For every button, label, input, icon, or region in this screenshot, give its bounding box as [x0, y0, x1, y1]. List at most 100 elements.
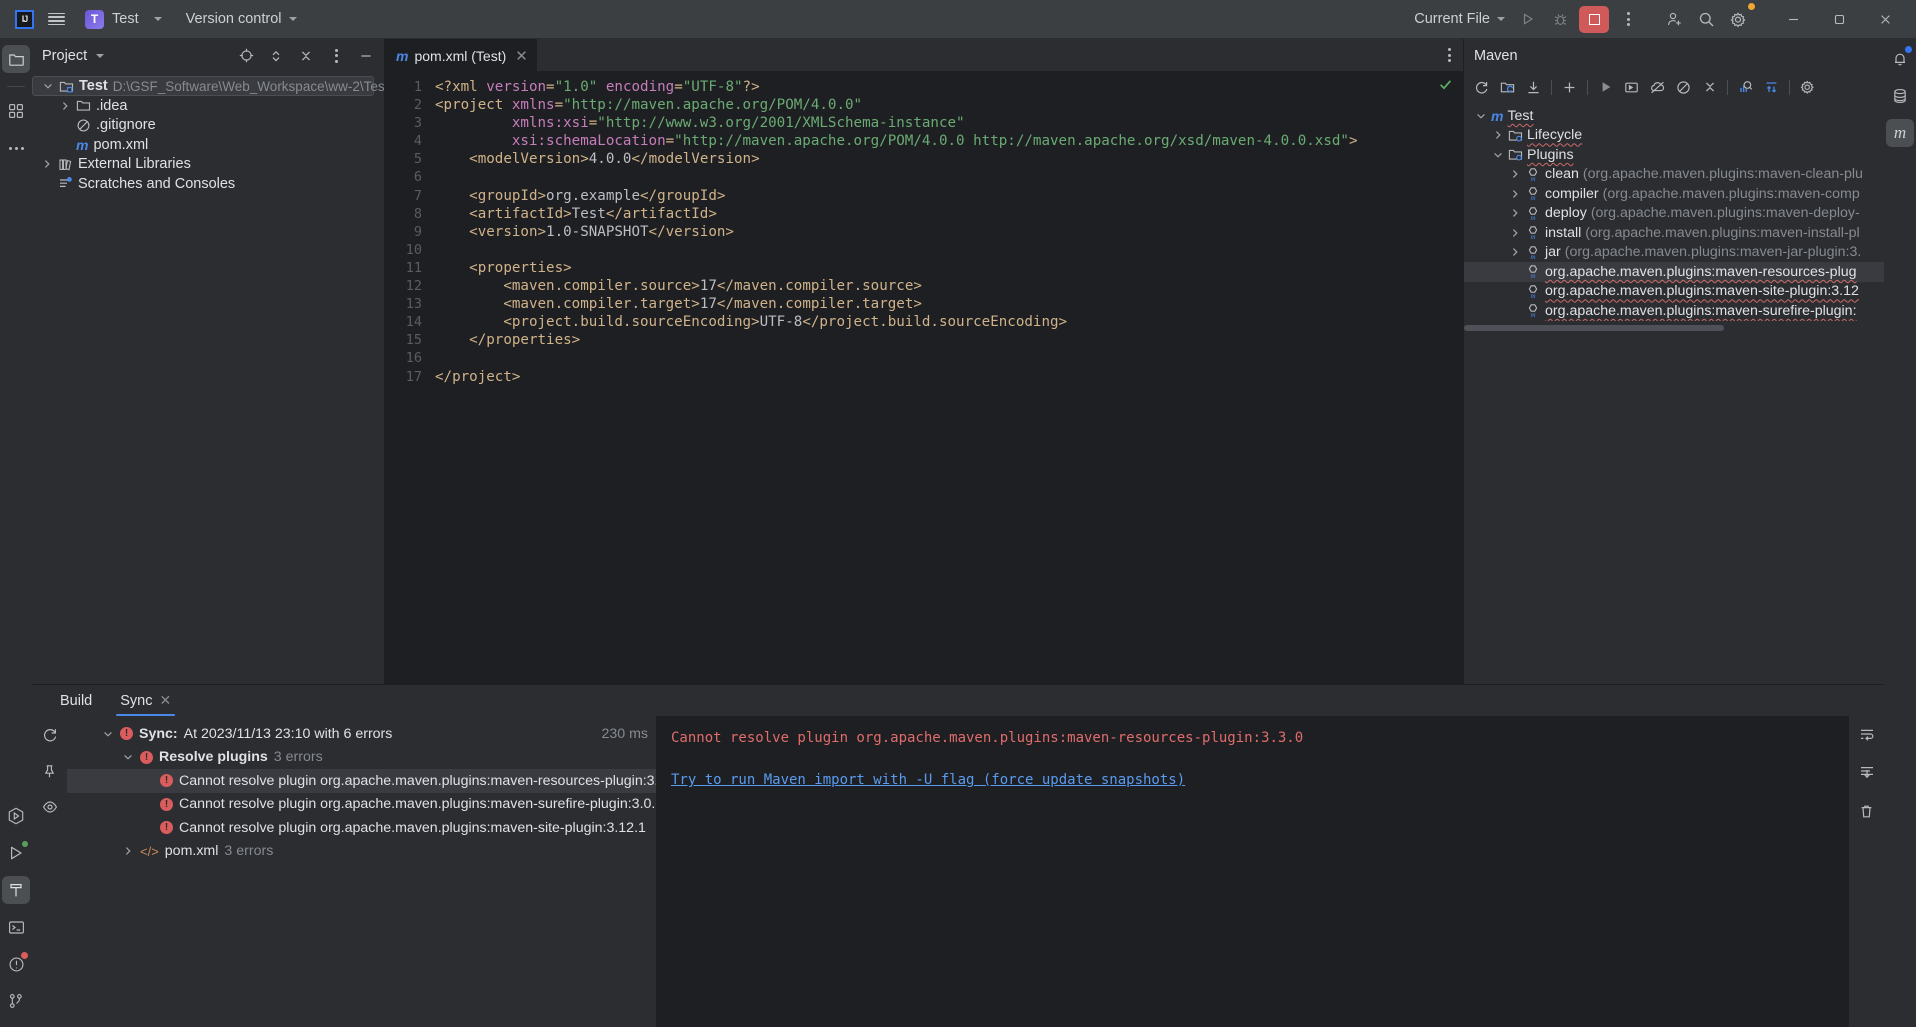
code-line[interactable]: </project> [431, 368, 1463, 386]
maven-tree-item-install[interactable]: m install (org.apache.maven.plugins:maven-… [1464, 223, 1884, 243]
project-tree-item--idea[interactable]: .idea [32, 96, 384, 116]
scroll-to-end-icon[interactable] [1855, 762, 1879, 784]
stop-button[interactable] [1579, 5, 1609, 33]
problems-tool-icon[interactable] [2, 950, 30, 978]
close-icon[interactable]: ✕ [160, 692, 172, 709]
code-line[interactable]: <modelVersion>4.0.0</modelVersion> [431, 150, 1463, 168]
download-sources-icon[interactable] [1521, 75, 1546, 99]
offline-mode-icon[interactable] [1645, 75, 1670, 99]
build-tree-row[interactable]: ! Cannot resolve plugin org.apache.maven.… [67, 769, 656, 793]
build-tool-icon[interactable] [2, 876, 30, 904]
run-config-icon[interactable] [2, 802, 30, 830]
code-line[interactable]: </properties> [431, 331, 1463, 349]
maven-tree-item-clean[interactable]: m clean (org.apache.maven.plugins:maven-cl… [1464, 165, 1884, 185]
maven-tree-item-org-apache-maven-plugins-maven-resources[interactable]: m org.apache.maven.plugins:maven-resource… [1464, 262, 1884, 282]
editor-options-button[interactable] [1436, 39, 1463, 71]
run-configuration-selector[interactable]: Current File [1407, 6, 1512, 32]
database-icon[interactable] [1886, 82, 1914, 110]
maven-tree-item-compiler[interactable]: m compiler (org.apache.maven.plugins:maven… [1464, 184, 1884, 204]
analyze-icon[interactable] [1733, 75, 1758, 99]
run-icon[interactable] [1512, 5, 1544, 33]
chevron-down-icon[interactable] [41, 80, 54, 92]
code-line[interactable]: xmlns:xsi="http://www.w3.org/2001/XMLSch… [431, 114, 1463, 132]
more-actions-button[interactable] [1612, 5, 1644, 33]
folder-sync-icon[interactable] [1495, 75, 1520, 99]
maven-tree-item-deploy[interactable]: m deploy (org.apache.maven.plugins:maven-d… [1464, 204, 1884, 224]
notifications-icon[interactable] [1886, 45, 1914, 73]
project-tree-item-scratches-and-consoles[interactable]: Scratches and Consoles [32, 174, 384, 194]
maven-tree-item-org-apache-maven-plugins-maven-surefire-[interactable]: m org.apache.maven.plugins:maven-surefire… [1464, 301, 1884, 321]
chevron-down-icon[interactable] [1474, 110, 1487, 122]
build-tab-build[interactable]: Build [46, 685, 106, 716]
run-tool-icon[interactable] [2, 839, 30, 867]
chevron-right-icon[interactable] [1508, 188, 1521, 200]
code-line[interactable]: <project.build.sourceEncoding>UTF-8</pro… [431, 313, 1463, 331]
add-icon[interactable] [1557, 75, 1582, 99]
maven-tree-item-test[interactable]: m Test [1464, 106, 1884, 126]
ok-check-icon[interactable] [1438, 77, 1453, 92]
debug-icon[interactable] [1544, 5, 1576, 33]
reload-icon[interactable] [1469, 75, 1494, 99]
chevron-right-icon[interactable] [1508, 227, 1521, 239]
skip-tests-icon[interactable] [1671, 75, 1696, 99]
chevron-right-icon[interactable] [1508, 207, 1521, 219]
code-line[interactable]: <groupId>org.example</groupId> [431, 187, 1463, 205]
chevron-down-icon[interactable] [101, 728, 114, 740]
code-line[interactable]: <maven.compiler.source>17</maven.compile… [431, 277, 1463, 295]
hamburger-menu-icon[interactable] [41, 6, 72, 32]
structure-tool-icon[interactable] [2, 97, 30, 125]
expand-collapse-icon[interactable] [264, 44, 288, 68]
locate-icon[interactable] [234, 44, 258, 68]
settings-icon[interactable] [1795, 75, 1820, 99]
project-tree[interactable]: Test D:\GSF_Software\Web_Workspace\ww-2\T… [32, 72, 384, 194]
build-error-tree[interactable]: ! Sync: At 2023/11/13 23:10 with 6 errors… [67, 716, 657, 1027]
eye-icon[interactable] [38, 796, 62, 818]
chevron-right-icon[interactable] [1491, 129, 1504, 141]
code-line[interactable]: <version>1.0-SNAPSHOT</version> [431, 223, 1463, 241]
close-icon[interactable]: ✕ [515, 47, 528, 65]
code-line[interactable] [431, 168, 1463, 186]
chevron-right-icon[interactable] [1508, 246, 1521, 258]
project-tree-item--gitignore[interactable]: .gitignore [32, 116, 384, 136]
build-tree-row[interactable]: </> pom.xml 3 errors [67, 840, 656, 864]
search-icon[interactable] [1690, 5, 1722, 33]
pin-icon[interactable] [38, 760, 62, 782]
gear-icon[interactable] [1722, 3, 1755, 33]
maven-import-link[interactable]: Try to run Maven import with -U flag (fo… [671, 770, 1185, 791]
project-tree-item-pom-xml[interactable]: m pom.xml [32, 135, 384, 155]
project-options-icon[interactable] [324, 44, 348, 68]
chevron-right-icon[interactable] [40, 158, 53, 170]
expand-icon[interactable] [1759, 75, 1784, 99]
chevron-right-icon[interactable] [121, 845, 134, 857]
project-selector[interactable]: T Test [78, 6, 169, 32]
add-user-icon[interactable] [1658, 5, 1690, 33]
build-tab-sync[interactable]: Sync ✕ [106, 685, 185, 716]
collapse-all-icon[interactable] [294, 44, 318, 68]
hide-panel-icon[interactable] [354, 44, 378, 68]
project-tool-icon[interactable] [2, 45, 30, 73]
editor-body[interactable]: 1 2 3 4 5 6 7 8 9 10 11 12 13 14 15 16 17 <?xml version=… [385, 71, 1463, 684]
rerun-icon[interactable] [38, 724, 62, 746]
git-branch-icon[interactable] [2, 987, 30, 1015]
editor-code[interactable]: <?xml version="1.0" encoding="UTF-8"?> <p… [431, 71, 1463, 684]
terminal-tool-icon[interactable] [2, 913, 30, 941]
version-control-menu[interactable]: Version control [179, 6, 304, 32]
chevron-down-icon[interactable] [96, 53, 105, 58]
build-console[interactable]: Cannot resolve plugin org.apache.maven.p… [657, 716, 1849, 1027]
chevron-right-icon[interactable] [1508, 168, 1521, 180]
project-tree-item-test[interactable]: Test D:\GSF_Software\Web_Workspace\ww-2\T… [32, 76, 384, 96]
more-tool-icon[interactable] [2, 134, 30, 162]
code-line[interactable] [431, 241, 1463, 259]
soft-wrap-icon[interactable] [1855, 724, 1879, 746]
code-line[interactable]: <?xml version="1.0" encoding="UTF-8"?> [431, 78, 1463, 96]
trash-icon[interactable] [1855, 800, 1879, 822]
editor-tab-pom-xml[interactable]: m pom.xml (Test) ✕ [385, 39, 537, 71]
intellij-idea-logo[interactable]: IJ [8, 6, 41, 32]
code-line[interactable] [431, 349, 1463, 367]
minimize-icon[interactable] [1770, 0, 1816, 39]
code-line[interactable]: <artifactId>Test</artifactId> [431, 205, 1463, 223]
build-tree-row[interactable]: ! Cannot resolve plugin org.apache.maven.… [67, 793, 656, 817]
build-tree-row[interactable]: ! Sync: At 2023/11/13 23:10 with 6 errors… [67, 722, 656, 746]
maven-tree-item-plugins[interactable]: Plugins [1464, 145, 1884, 165]
chevron-right-icon[interactable] [58, 100, 71, 112]
